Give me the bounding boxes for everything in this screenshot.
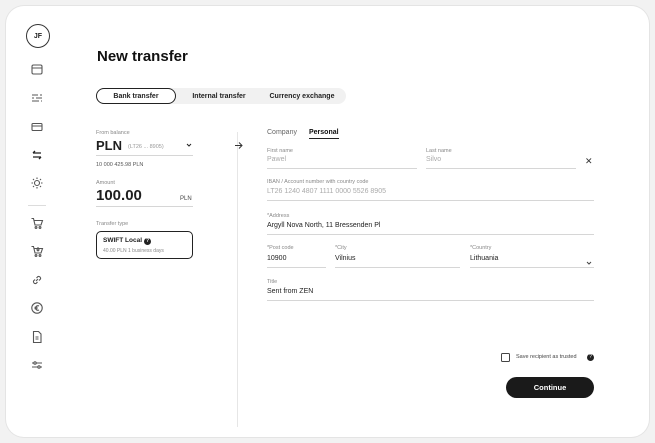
transfer-icon[interactable] — [30, 148, 44, 162]
country-label: *Country — [470, 245, 492, 251]
transfer-type-label: Transfer type — [96, 221, 129, 227]
sun-icon[interactable] — [30, 176, 44, 190]
currency-underline — [96, 155, 193, 156]
iban-input[interactable]: LT26 1240 4807 1111 0000 5526 8905 — [267, 188, 386, 195]
last-name-label: Last name — [426, 148, 452, 154]
currency-select[interactable]: PLN — [96, 138, 122, 153]
euro-icon[interactable] — [30, 301, 44, 315]
first-name-underline — [267, 168, 417, 169]
first-name-label: First name — [267, 148, 293, 154]
post-code-underline — [267, 267, 326, 268]
continue-button[interactable]: Continue — [506, 377, 594, 398]
transfer-type-name: SWIFT Local? — [103, 237, 151, 245]
sidebar-divider — [28, 205, 46, 206]
city-underline — [335, 267, 460, 268]
tab-bank-transfer[interactable]: Bank transfer — [96, 88, 176, 104]
chevron-down-icon[interactable] — [186, 142, 192, 148]
wallet-icon[interactable] — [30, 62, 44, 76]
column-divider — [237, 132, 238, 427]
transfer-type-tabs: Bank transfer Internal transfer Currency… — [96, 88, 346, 104]
save-trusted-checkbox[interactable] — [501, 353, 510, 362]
amount-currency: PLN — [180, 196, 192, 202]
link-icon[interactable] — [30, 273, 44, 287]
help-icon[interactable]: ? — [144, 238, 151, 245]
tab-currency-exchange[interactable]: Currency exchange — [260, 88, 344, 104]
close-icon[interactable]: ✕ — [585, 156, 593, 167]
last-name-underline — [426, 168, 576, 169]
card-icon[interactable] — [30, 120, 44, 134]
title-label: Title — [267, 279, 278, 285]
amount-underline — [96, 206, 193, 207]
post-code-input[interactable]: 10900 — [267, 255, 286, 262]
from-balance-label: From balance — [96, 130, 130, 136]
tab-personal[interactable]: Personal — [309, 129, 339, 139]
balance-amount: 10 000 425.98 PLN — [96, 162, 144, 168]
cart-icon[interactable] — [30, 216, 44, 230]
iban-label: IBAN / Account number with country code — [267, 179, 369, 185]
address-label: *Address — [267, 213, 290, 219]
cashback-icon[interactable] — [30, 244, 44, 258]
transfer-type-option[interactable]: SWIFT Local? 40.00 PLN 1 business days — [96, 231, 193, 259]
amount-input[interactable]: 100.00 — [96, 187, 142, 204]
title-underline — [267, 300, 594, 301]
page-title: New transfer — [97, 48, 188, 65]
arrow-right-icon — [235, 142, 243, 149]
transfer-type-name-text: SWIFT Local — [103, 237, 142, 244]
address-underline — [267, 234, 594, 235]
avatar[interactable]: JF — [26, 24, 50, 48]
save-trusted-label: Save recipient as trusted — [516, 354, 577, 360]
city-label: *City — [335, 245, 347, 251]
account-short: (LT26 ... 8905) — [128, 144, 164, 150]
amount-label: Amount — [96, 180, 115, 186]
iban-underline — [267, 200, 594, 201]
country-select[interactable]: Lithuania — [470, 255, 498, 262]
tab-internal-transfer[interactable]: Internal transfer — [180, 88, 258, 104]
app-window: JF New transfer Bank transfer Internal t… — [6, 6, 649, 437]
help-icon[interactable]: ? — [587, 354, 594, 361]
document-icon[interactable] — [30, 330, 44, 344]
last-name-input[interactable]: Silvo — [426, 156, 441, 163]
address-input[interactable]: Argyll Nova North, 11 Bressenden Pl — [267, 222, 380, 229]
transfer-type-details: 40.00 PLN 1 business days — [103, 248, 164, 254]
settings-sliders-icon[interactable] — [30, 358, 44, 372]
sidebar: JF — [6, 6, 68, 437]
first-name-input[interactable]: Pawel — [267, 156, 286, 163]
title-input[interactable]: Sent from ZEN — [267, 288, 313, 295]
transactions-icon[interactable] — [30, 91, 44, 105]
tab-company[interactable]: Company — [267, 129, 297, 136]
city-input[interactable]: Vilnius — [335, 255, 356, 262]
post-code-label: *Post code — [267, 245, 294, 251]
country-underline — [470, 267, 594, 268]
chevron-down-icon[interactable] — [586, 260, 592, 266]
